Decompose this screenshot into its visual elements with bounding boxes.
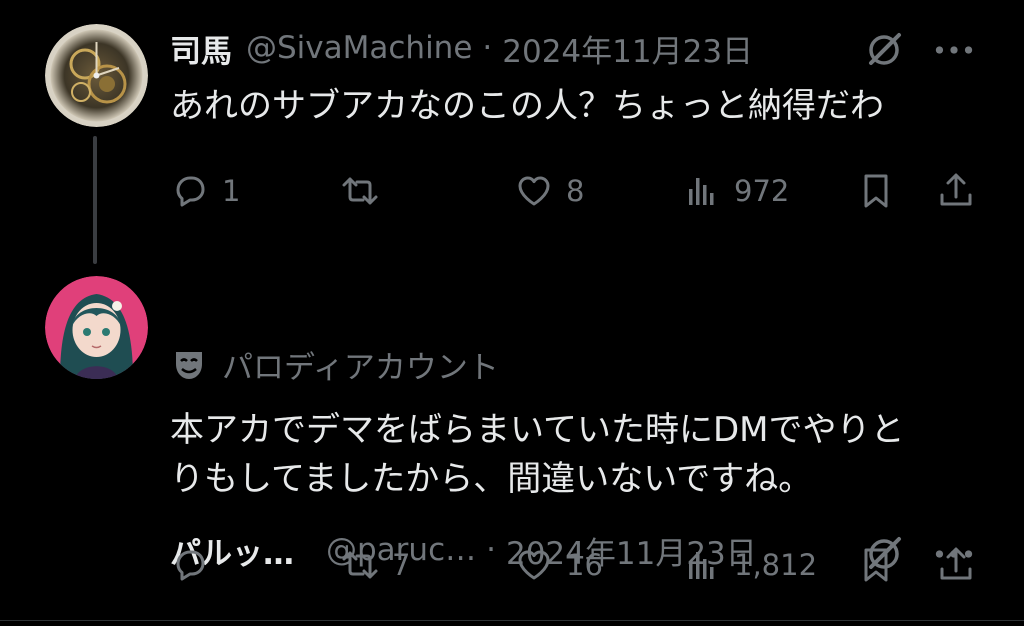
share-button[interactable] (936, 166, 976, 216)
parody-mask-icon (176, 351, 202, 379)
tweet-actions: 7 16 1,812 (170, 540, 990, 590)
bottom-divider (0, 620, 1024, 621)
tweet[interactable]: パルッ… @paruc… · 2024年11月23日 パロディアカウント 本アカ… (0, 250, 1024, 618)
reply-icon (176, 176, 205, 207)
reply-icon (176, 550, 205, 581)
separator-dot: · (482, 30, 493, 66)
share-icon (940, 173, 972, 206)
share-button[interactable] (936, 540, 976, 590)
view-count: 972 (734, 174, 790, 208)
repost-icon (342, 551, 378, 579)
parody-account-label: パロディアカウント (170, 342, 499, 387)
like-count: 8 (566, 174, 585, 208)
views-button[interactable]: 1,812 (682, 540, 817, 590)
like-icon (518, 176, 550, 206)
repost-button[interactable]: 7 (340, 540, 410, 590)
tweet[interactable]: 司馬 @SivaMachine · 2024年11月23日 あれのサブアカなのこ… (0, 0, 1024, 264)
author-name[interactable]: 司馬 (170, 26, 232, 71)
bookmark-button[interactable] (856, 540, 896, 590)
like-button[interactable]: 16 (514, 540, 603, 590)
tweet-text-line: 本アカでデマをばらまいていた時にDMでやりと (170, 410, 905, 450)
like-button[interactable]: 8 (514, 166, 584, 216)
repost-button[interactable] (340, 166, 392, 216)
repost-count: 7 (392, 548, 411, 582)
views-icon (689, 178, 714, 205)
reply-count: 1 (222, 174, 241, 208)
views-icon (689, 552, 714, 579)
repost-icon (342, 177, 378, 205)
grok-icon[interactable] (862, 28, 906, 72)
tweet-text: 本アカでデマをばらまいていた時にDMでやりと りもしてましたから、間違いないです… (170, 406, 984, 504)
reply-button[interactable] (170, 540, 222, 590)
thread-connector-line (93, 136, 97, 264)
bookmark-button[interactable] (856, 166, 896, 216)
bookmark-icon (864, 548, 888, 582)
timeline-feed: 司馬 @SivaMachine · 2024年11月23日 あれのサブアカなのこ… (0, 0, 1024, 626)
reply-button[interactable]: 1 (170, 166, 240, 216)
views-button[interactable]: 972 (682, 166, 789, 216)
more-icon[interactable] (932, 28, 976, 72)
like-icon (518, 550, 550, 580)
bookmark-icon (864, 174, 888, 208)
view-count: 1,812 (734, 548, 818, 582)
avatar[interactable] (45, 24, 148, 127)
like-count: 16 (566, 548, 603, 582)
share-icon (940, 547, 972, 580)
tweet-date[interactable]: 2024年11月23日 (502, 26, 753, 71)
avatar[interactable] (45, 276, 148, 379)
parody-label-text: パロディアカウント (222, 350, 499, 386)
author-handle[interactable]: @SivaMachine (246, 30, 472, 66)
tweet-text-line: りもしてましたから、間違いないですね。 (170, 459, 813, 499)
tweet-text: あれのサブアカなのこの人？ちょっと納得だわ (170, 86, 884, 126)
tweet-actions: 1 8 972 (170, 166, 990, 216)
